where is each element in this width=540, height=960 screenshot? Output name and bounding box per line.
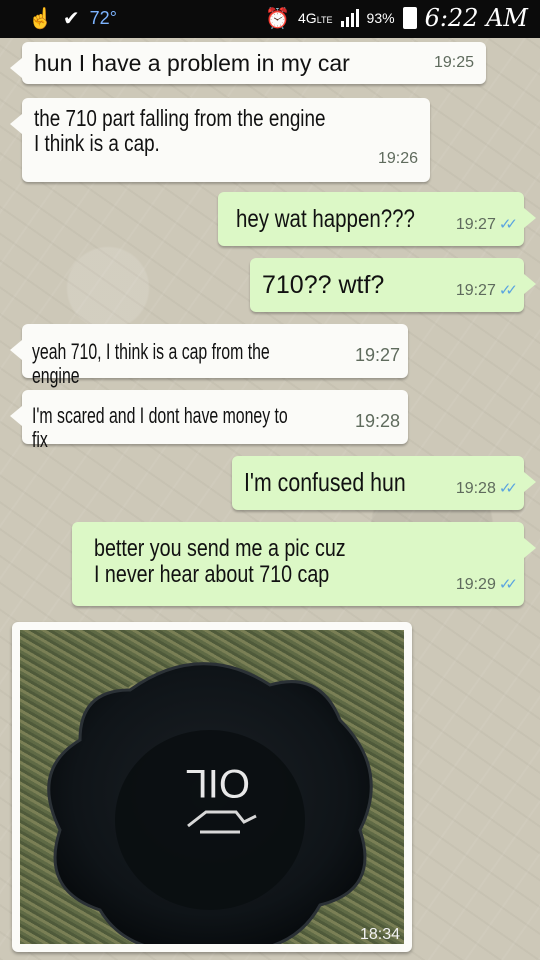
message-text: hun I have a problem in my car bbox=[34, 50, 350, 76]
message-text: yeah 710, I think is a cap from the engi… bbox=[32, 339, 270, 389]
message-time: 19:27 ✓✓ bbox=[455, 215, 518, 233]
notification-icon: ☝ bbox=[28, 8, 53, 30]
cap-label: OIL bbox=[186, 761, 250, 805]
message-text: I'm confused hun bbox=[244, 467, 406, 497]
message-bubble-outgoing[interactable]: I'm confused hun 19:28 ✓✓ bbox=[232, 456, 536, 510]
message-bubble-outgoing[interactable]: hey wat happen??? 19:27 ✓✓ bbox=[218, 192, 536, 246]
read-ticks-icon: ✓✓ bbox=[498, 479, 518, 497]
message-bubble-incoming[interactable]: I'm scared and I dont have money to fix … bbox=[10, 390, 408, 452]
read-ticks-icon: ✓✓ bbox=[498, 281, 518, 299]
message-text: the 710 part falling from the engine I t… bbox=[34, 105, 326, 157]
oil-cap-image: OIL bbox=[47, 662, 373, 944]
oil-cap-photo[interactable]: OIL bbox=[20, 630, 404, 944]
read-ticks-icon: ✓✓ bbox=[498, 575, 518, 593]
photo-message[interactable]: OIL 18:34 bbox=[12, 622, 412, 952]
temperature-text: 72° bbox=[89, 8, 117, 28]
alarm-icon: ⏰ bbox=[265, 7, 290, 30]
message-time: 19:27 ✓✓ bbox=[455, 281, 518, 299]
message-bubble-outgoing[interactable]: better you send me a pic cuz I never hea… bbox=[72, 522, 536, 606]
message-bubble-incoming[interactable]: yeah 710, I think is a cap from the engi… bbox=[10, 324, 408, 388]
message-text: better you send me a pic cuz I never hea… bbox=[94, 535, 346, 589]
status-bar: ☝ ✔ 72° ⏰ 4GLTE 93% 6:22 AM bbox=[0, 0, 540, 38]
message-bubble-incoming[interactable]: hun I have a problem in my car 19:25 bbox=[10, 42, 486, 84]
read-ticks-icon: ✓✓ bbox=[498, 215, 518, 233]
message-time: 19:28 bbox=[354, 411, 400, 431]
message-time: 19:26 bbox=[377, 150, 418, 167]
message-time: 18:34 bbox=[359, 926, 400, 943]
message-bubble-incoming[interactable]: the 710 part falling from the engine I t… bbox=[10, 98, 430, 182]
message-time: 19:25 bbox=[433, 54, 474, 71]
check-icon: ✔ bbox=[62, 8, 80, 30]
battery-percent: 93% bbox=[366, 10, 395, 26]
message-time: 19:28 ✓✓ bbox=[455, 479, 518, 497]
battery-icon bbox=[402, 7, 417, 29]
message-time: 19:29 ✓✓ bbox=[455, 575, 518, 593]
message-text: I'm scared and I dont have money to fix bbox=[32, 403, 288, 453]
message-bubble-outgoing[interactable]: 710?? wtf? 19:27 ✓✓ bbox=[250, 258, 536, 312]
message-text: 710?? wtf? bbox=[262, 271, 385, 299]
clock: 6:22 AM bbox=[424, 4, 528, 32]
network-type: 4GLTE bbox=[298, 10, 333, 26]
message-text: hey wat happen??? bbox=[236, 205, 415, 233]
signal-icon bbox=[340, 9, 359, 27]
message-time: 19:27 bbox=[354, 345, 400, 365]
